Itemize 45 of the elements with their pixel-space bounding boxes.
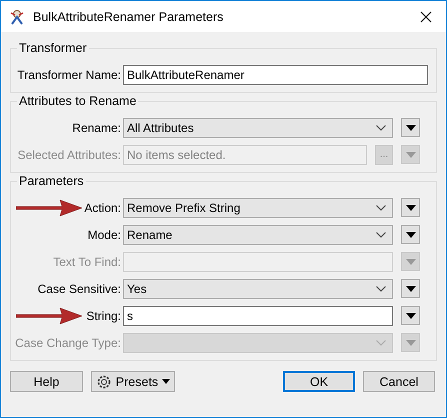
dropdown-field[interactable]: All Attributes — [123, 118, 393, 138]
triangle-icon — [406, 258, 416, 264]
chevron-icon — [376, 286, 386, 292]
menu-button[interactable] — [401, 225, 420, 244]
dropdown-field[interactable]: Rename — [123, 224, 393, 244]
text-field[interactable]: s — [123, 306, 393, 326]
field-label: Action: — [84, 200, 121, 214]
field-label: Transformer Name: — [17, 68, 121, 82]
app-icon — [9, 8, 25, 24]
dropdown-field[interactable]: Remove Prefix String — [123, 198, 393, 218]
chevron-icon — [376, 204, 386, 210]
menu-button[interactable] — [401, 306, 420, 325]
triangle-icon — [406, 204, 416, 210]
field-label: Text To Find: — [53, 254, 121, 268]
presets-button[interactable]: Presets — [91, 371, 175, 392]
field-label: Case Sensitive: — [38, 282, 121, 296]
help-button[interactable]: Help — [10, 371, 83, 392]
cancel-button[interactable]: Cancel — [363, 371, 435, 392]
window-title: BulkAttributeRenamer Parameters — [33, 10, 224, 24]
triangle-icon — [406, 124, 416, 130]
chevron-icon — [376, 232, 386, 238]
field-label: Mode: — [88, 228, 121, 242]
caret-icon — [162, 379, 170, 384]
triangle-icon — [406, 340, 416, 346]
field-label: Case Change Type: — [15, 336, 121, 350]
menu-button[interactable] — [401, 118, 420, 137]
chevron-icon — [376, 340, 386, 346]
group-title: Parameters — [17, 174, 86, 188]
field-label: Rename: — [72, 120, 121, 134]
chevron-icon — [376, 124, 386, 130]
triangle-icon — [406, 152, 416, 158]
ok-button[interactable]: OK — [283, 371, 355, 392]
menu-button[interactable] — [401, 279, 420, 298]
text-field[interactable]: BulkAttributeRenamer — [123, 64, 428, 84]
triangle-icon — [406, 286, 416, 292]
group-title: Transformer — [17, 41, 89, 55]
field-label: String: — [86, 308, 121, 322]
gear-icon — [96, 374, 112, 390]
menu-button[interactable] — [401, 198, 420, 217]
triangle-icon — [406, 232, 416, 238]
dropdown-field[interactable]: Yes — [123, 278, 393, 298]
field-label: Selected Attributes: — [18, 148, 121, 162]
triangle-icon — [406, 312, 416, 318]
close-icon[interactable] — [420, 10, 432, 22]
group-title: Attributes to Rename — [17, 94, 138, 108]
